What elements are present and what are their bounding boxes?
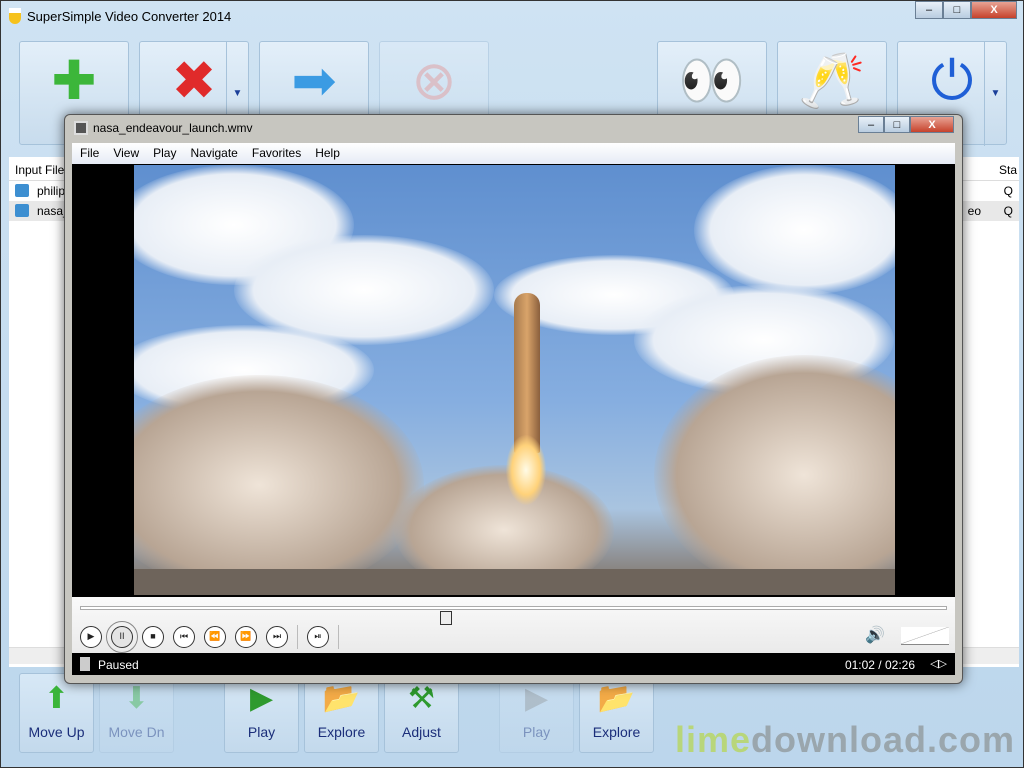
button-label: Explore: [317, 724, 366, 740]
bottom-button-adjust[interactable]: ⚒ Adjust: [384, 673, 459, 753]
media-player-window: nasa_endeavour_launch.wmv – □ X File View…: [64, 114, 963, 684]
status-bar: Paused 01:02 / 02:26 ◁▷: [72, 653, 955, 675]
status-cell: Q: [1003, 184, 1013, 198]
next-button[interactable]: ⏭: [266, 626, 288, 648]
player-minimize-button[interactable]: –: [858, 116, 884, 133]
eyes-icon: 👀: [678, 51, 746, 111]
video-file-icon: [15, 204, 29, 217]
player-menu-bar: File View Play Navigate Favorites Help: [72, 143, 955, 164]
dropdown-arrow-button[interactable]: ▼: [984, 42, 1006, 146]
bottom-button-move-dn[interactable]: ⬇ Move Dn: [99, 673, 174, 753]
close-button[interactable]: X: [971, 1, 1017, 19]
bottom-button-explore[interactable]: 📂 Explore: [304, 673, 379, 753]
playback-status: Paused: [98, 658, 139, 672]
video-frame-shuttle-launch: [134, 165, 895, 595]
rocket-flame: [506, 435, 546, 505]
video-area[interactable]: [72, 164, 955, 597]
stop-button[interactable]: ■: [142, 626, 164, 648]
button-label: Play: [247, 724, 276, 740]
menu-file[interactable]: File: [80, 146, 99, 161]
title-bar: SuperSimple Video Converter 2014 – □ X: [1, 1, 1023, 31]
bottom-button-explore[interactable]: 📂 Explore: [579, 673, 654, 753]
stop-icon: ⊗: [411, 51, 457, 111]
player-close-button[interactable]: X: [910, 116, 954, 133]
button-label: Move Dn: [108, 724, 165, 740]
file-name: philip: [37, 184, 66, 198]
aspect-ratio-icon[interactable]: ◁▷: [930, 657, 947, 670]
fast-forward-button[interactable]: ⏩: [235, 626, 257, 648]
menu-favorites[interactable]: Favorites: [252, 146, 301, 161]
previous-button[interactable]: ⏮: [173, 626, 195, 648]
app-title: SuperSimple Video Converter 2014: [27, 8, 232, 24]
divider: [338, 625, 339, 649]
video-file-icon: [15, 184, 29, 197]
glass-icon: 🥂: [798, 51, 866, 111]
player-maximize-button[interactable]: □: [884, 116, 910, 133]
maximize-button[interactable]: □: [943, 1, 971, 19]
space-shuttle: [514, 293, 540, 453]
column-status[interactable]: Sta: [999, 163, 1017, 177]
menu-view[interactable]: View: [113, 146, 139, 161]
column-input-file[interactable]: Input File: [15, 163, 64, 177]
playback-time: 01:02 / 02:26: [844, 658, 915, 672]
file-icon: [80, 657, 90, 671]
convert-arrow-icon: ➡: [291, 51, 337, 111]
rewind-button[interactable]: ⏪: [204, 626, 226, 648]
player-controls: ▶ II ■ ⏮ ⏪ ⏩ ⏭ ⏯ 🔊: [72, 597, 955, 653]
button-label: Adjust: [402, 724, 441, 740]
watermark: limedownload.com: [674, 719, 1015, 760]
frame-step-button[interactable]: ⏯: [307, 626, 329, 648]
menu-play[interactable]: Play: [153, 146, 176, 161]
button-label: Move Up: [28, 724, 85, 740]
button-label: Play: [522, 724, 551, 740]
bottom-button-play[interactable]: ▶ Play: [499, 673, 574, 753]
player-title: nasa_endeavour_launch.wmv: [93, 121, 253, 135]
seek-bar[interactable]: [80, 606, 947, 625]
format-cell: eo: [967, 204, 981, 218]
divider: [297, 625, 298, 649]
player-title-bar: nasa_endeavour_launch.wmv – □ X: [65, 115, 962, 141]
seek-thumb[interactable]: [439, 611, 452, 625]
bottom-button-move-up[interactable]: ⬆ Move Up: [19, 673, 94, 753]
minimize-button[interactable]: –: [915, 1, 943, 19]
button-label: Explore: [592, 724, 641, 740]
status-cell: Q: [1003, 204, 1013, 218]
pause-button[interactable]: II: [106, 621, 138, 653]
menu-navigate[interactable]: Navigate: [190, 146, 237, 161]
volume-icon[interactable]: 🔊: [865, 625, 885, 645]
play-button[interactable]: ▶: [80, 626, 102, 648]
video-file-icon: [74, 121, 88, 135]
bottom-button-play[interactable]: ▶ Play: [224, 673, 299, 753]
volume-slider[interactable]: [901, 627, 949, 645]
add-icon: ✚: [51, 51, 97, 111]
menu-help[interactable]: Help: [315, 146, 340, 161]
app-icon: [9, 8, 21, 24]
